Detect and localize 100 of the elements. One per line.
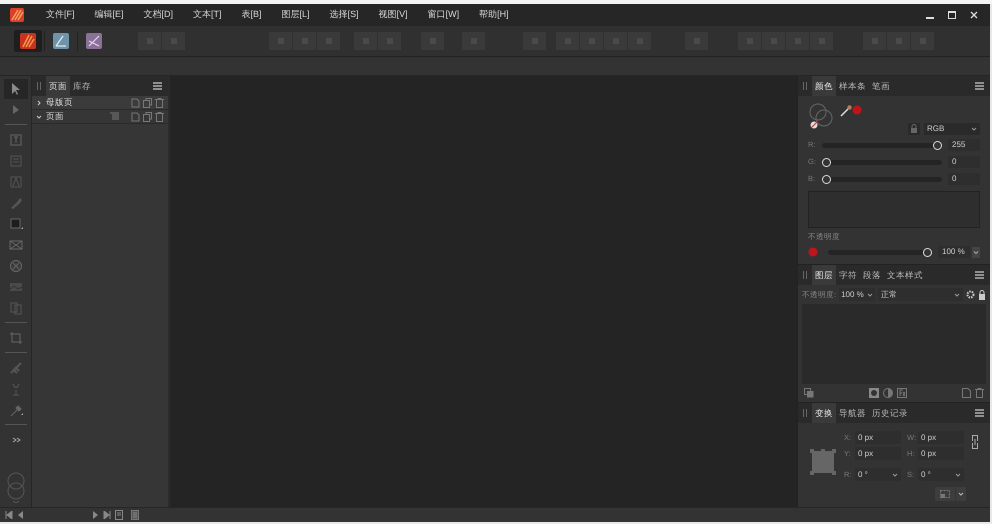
panel-tab[interactable]: 字符 [836,265,860,286]
tool-button[interactable] [4,78,28,98]
channel-slider-track[interactable] [822,174,942,184]
panel-tab[interactable]: 样本条 [836,76,869,96]
mask-icon[interactable] [869,388,879,398]
page-group-label[interactable]: 页面 [46,110,64,123]
channel-value-field[interactable]: 0 [948,173,980,185]
trash-icon[interactable] [155,112,164,122]
adjustment-icon[interactable] [883,388,893,398]
opacity-slider-thumb[interactable] [923,248,932,257]
spread-icon[interactable] [131,510,139,520]
menu-item[interactable]: 文件[F] [38,8,82,22]
opacity-slider-track[interactable] [828,248,932,257]
transform-origin-button[interactable] [935,487,955,502]
panel-tab[interactable]: 图层 [812,265,836,286]
menu-icon[interactable] [975,271,984,280]
menu-item[interactable]: 文档[D] [136,8,182,22]
panel-tab[interactable]: 变换 [812,403,836,424]
previous-page-icon[interactable] [17,511,23,519]
menu-item[interactable]: 视图[V] [370,8,416,22]
color-model-dropdown[interactable]: RGB [924,123,980,135]
page-icon[interactable] [115,510,123,520]
panel-tab[interactable]: 库存 [70,76,94,96]
page-list-icon[interactable] [110,112,119,122]
blend-mode-dropdown[interactable]: 正常 [878,288,963,302]
trash-icon[interactable] [155,98,164,108]
frame-icon [940,490,950,498]
chevron-down-icon[interactable] [36,114,42,120]
chevron-down-icon[interactable] [956,487,966,502]
last-page-icon[interactable] [103,511,111,519]
first-page-icon[interactable] [5,511,13,519]
panel-tab[interactable]: 历史记录 [869,403,911,424]
duplicate-page-icon[interactable] [143,112,152,122]
menu-icon[interactable] [153,82,162,90]
chevron-right-icon[interactable] [36,100,42,106]
duplicate-page-icon[interactable] [143,98,152,108]
menu-item[interactable]: 窗口[W] [420,8,468,22]
angle-dropdown[interactable]: 0 ° [918,468,964,482]
grip-icon [36,82,42,90]
chevron-down-icon [954,292,960,298]
tool-icon [8,258,24,274]
input-field[interactable]: 0 px [918,431,964,444]
color-wells-icon [6,471,26,505]
trash-icon[interactable] [975,388,984,398]
tool-icon [8,300,24,316]
menu-icon[interactable] [975,409,984,418]
chevron-down-icon [892,472,898,478]
input-field[interactable]: 0 px [855,447,901,460]
menu-item[interactable]: 文本[T] [185,8,230,22]
channel-slider-track[interactable] [822,158,942,166]
close-icon[interactable] [970,11,978,19]
app-logo-icon [10,8,24,22]
panel-tab[interactable]: 文本样式 [884,265,926,286]
grip-icon [802,409,808,418]
grip-icon [802,82,808,90]
menu-item[interactable]: 选择[S] [322,8,367,22]
menu-item[interactable]: 帮助[H] [471,8,517,22]
tool-icon [8,360,24,376]
current-color-swatch-icon[interactable] [852,105,862,115]
panel-tab[interactable]: 笔画 [869,76,893,96]
persona-icon [86,33,102,49]
fx-icon[interactable] [897,388,907,398]
page-group-label[interactable]: 母版页 [46,96,73,109]
channel-value-field[interactable]: 0 [948,156,980,168]
menu-item[interactable]: 图层[L] [274,8,318,22]
gear-icon[interactable] [966,290,975,300]
opacity-dropdown[interactable]: 100 % [839,288,876,302]
input-field[interactable]: 0 px [855,431,901,444]
tool-icon [8,174,24,190]
maximize-icon[interactable] [948,11,956,19]
opacity-value-field[interactable]: 100 % [938,246,970,258]
anchor-point-icon[interactable] [810,449,836,476]
panel-tab[interactable]: 导航器 [836,403,869,424]
chevron-down-icon [955,472,961,478]
panel-tab[interactable]: 段落 [860,265,884,286]
input-field[interactable]: 0 px [918,447,964,460]
menu-item[interactable]: 表[B] [234,8,270,22]
arrange-icon[interactable] [804,388,814,398]
angle-dropdown[interactable]: 0 ° [855,468,901,482]
persona-button[interactable] [14,30,42,52]
chevron-down-icon [971,126,977,132]
lock-icon[interactable] [978,290,986,300]
grip-icon [802,271,808,280]
tool-icon [8,152,24,168]
persona-icon [20,33,36,49]
link-icon[interactable] [972,435,978,450]
tool-icon [8,330,24,346]
eyedropper-icon[interactable] [840,105,852,117]
channel-value-field[interactable]: 255 [948,139,980,151]
channel-slider-track[interactable] [822,140,942,150]
next-page-icon[interactable] [93,511,99,519]
menu-icon[interactable] [975,82,984,90]
add-layer-icon[interactable] [962,388,971,398]
chevron-down-icon[interactable] [972,246,980,258]
panel-tab[interactable]: 页面 [46,76,70,96]
chevron-down-icon [867,292,874,298]
panel-tab[interactable]: 颜色 [812,76,836,96]
tool-icon [8,216,24,232]
menu-item[interactable]: 编辑[E] [86,8,132,22]
opacity-swatch-icon [808,247,818,258]
